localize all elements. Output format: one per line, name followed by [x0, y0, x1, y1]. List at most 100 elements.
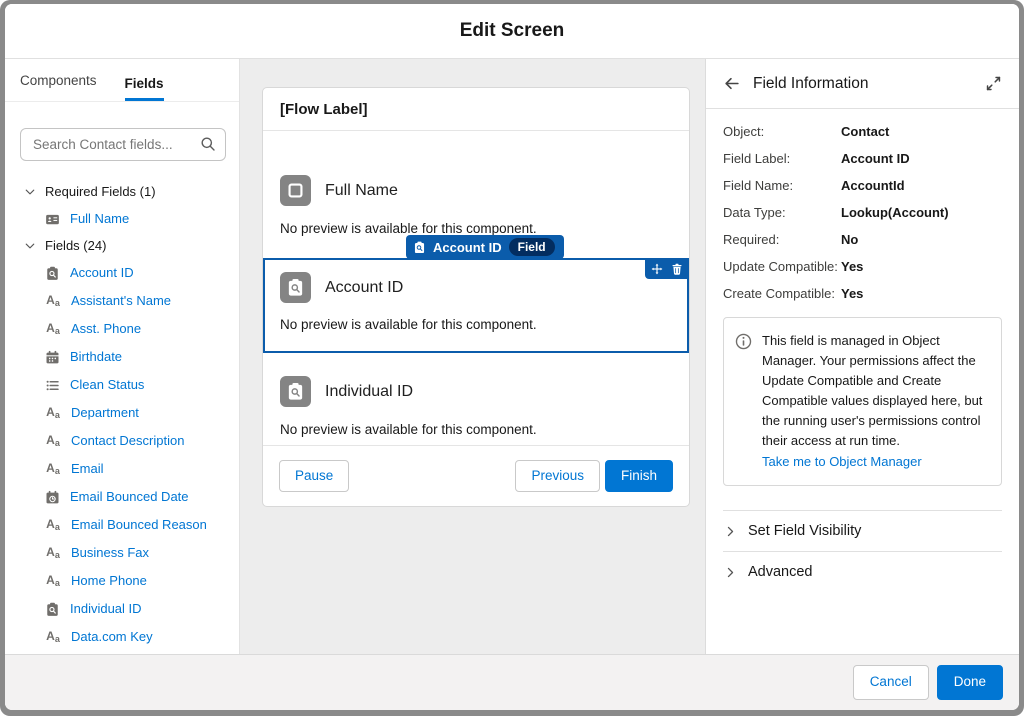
info-value: Contact — [841, 123, 889, 141]
text-type-icon: Aa — [45, 518, 61, 532]
text-type-icon: Aa — [45, 406, 61, 420]
sidebar-item-full-name[interactable]: Full Name — [5, 205, 239, 233]
datetime-icon — [45, 490, 60, 505]
flow-label-header: [Flow Label] — [263, 88, 689, 131]
component-full-name[interactable]: Full Name No preview is available for th… — [263, 175, 689, 236]
tooltip-label: Account ID — [433, 240, 502, 255]
field-link-label: Home Phone — [71, 573, 147, 589]
component-individual-id[interactable]: Individual ID No preview is available fo… — [263, 376, 689, 437]
dialog-footer: Cancel Done — [5, 654, 1019, 710]
sidebar-item-datacom-key[interactable]: Aa Data.com Key — [5, 623, 239, 651]
dialog-title: Edit Screen — [460, 20, 565, 42]
field-link-label: Contact Description — [71, 433, 184, 449]
dialog-titlebar: Edit Screen — [5, 4, 1019, 59]
sidebar-item-asst-phone[interactable]: Aa Asst. Phone — [5, 315, 239, 343]
field-link-label: Email — [71, 461, 104, 477]
field-link-label: Business Fax — [71, 545, 149, 561]
info-row-update-compatible: Update Compatible: Yes — [723, 258, 1002, 276]
sidebar-item-email-bounced-date[interactable]: Email Bounced Date — [5, 483, 239, 511]
edit-screen-dialog: Edit Screen Components Fields — [5, 4, 1019, 710]
text-type-icon: Aa — [45, 434, 61, 448]
sidebar-item-assistants-name[interactable]: Aa Assistant's Name — [5, 287, 239, 315]
selection-toolbar — [645, 258, 689, 279]
back-arrow-icon[interactable] — [723, 75, 740, 92]
section-label: Fields (24) — [45, 238, 106, 254]
chevron-down-icon — [24, 240, 36, 252]
component-label: Individual ID — [325, 383, 413, 401]
sidebar-item-home-phone[interactable]: Aa Home Phone — [5, 567, 239, 595]
search-icon — [200, 136, 216, 152]
field-link-label: Full Name — [70, 211, 129, 227]
object-manager-link[interactable]: Take me to Object Manager — [762, 452, 990, 472]
screen-preview-card: [Flow Label] Full Name No preview is ava… — [262, 87, 690, 507]
previous-button[interactable]: Previous — [515, 460, 600, 492]
dialog-frame: Edit Screen Components Fields — [0, 0, 1024, 716]
sidebar-item-birthdate[interactable]: Birthdate — [5, 343, 239, 371]
done-button[interactable]: Done — [937, 665, 1003, 699]
section-advanced[interactable]: Advanced — [723, 552, 1002, 592]
trash-icon[interactable] — [671, 263, 683, 275]
field-link-label: Department — [71, 405, 139, 421]
sidebar-item-department[interactable]: Aa Department — [5, 399, 239, 427]
field-link-label: Individual ID — [70, 601, 142, 617]
field-managed-notice: This field is managed in Object Manager.… — [723, 317, 1002, 486]
section-required-fields[interactable]: Required Fields (1) — [5, 179, 239, 205]
sidebar-item-account-id[interactable]: Account ID — [5, 259, 239, 287]
cancel-button[interactable]: Cancel — [853, 665, 929, 699]
sidebar-item-contact-description[interactable]: Aa Contact Description — [5, 427, 239, 455]
expand-icon[interactable] — [985, 75, 1002, 92]
text-type-icon: Aa — [45, 322, 61, 336]
field-link-label: Data.com Key — [71, 629, 153, 645]
field-link-label: Birthdate — [70, 349, 122, 365]
field-information-panel: Field Information Object: Contact Field … — [705, 59, 1019, 654]
notice-text: This field is managed in Object Manager.… — [762, 333, 982, 448]
info-label: Update Compatible: — [723, 258, 841, 276]
component-account-id-selected[interactable]: Account ID Field Account ID — [263, 258, 689, 353]
component-preview-text: No preview is available for this compone… — [280, 422, 672, 437]
info-label: Required: — [723, 231, 841, 249]
info-value: Yes — [841, 285, 863, 303]
component-preview-text: No preview is available for this compone… — [280, 221, 672, 236]
lookup-icon — [413, 241, 426, 254]
chevron-right-icon — [724, 566, 737, 579]
fields-tree: Required Fields (1) Full Name Fields (24… — [5, 174, 239, 654]
lookup-icon — [280, 272, 311, 303]
move-icon[interactable] — [651, 263, 663, 275]
chevron-right-icon — [724, 525, 737, 538]
field-link-label: Asst. Phone — [71, 321, 141, 337]
info-row-field-name: Field Name: AccountId — [723, 177, 1002, 195]
finish-button[interactable]: Finish — [605, 460, 673, 492]
info-value: Account ID — [841, 150, 910, 168]
info-value: Yes — [841, 258, 863, 276]
info-row-create-compatible: Create Compatible: Yes — [723, 285, 1002, 303]
sidebar-item-individual-id[interactable]: Individual ID — [5, 595, 239, 623]
tooltip-field-badge: Field — [509, 238, 555, 256]
section-label: Set Field Visibility — [748, 523, 861, 539]
panel-header: Field Information — [706, 59, 1019, 109]
info-value: AccountId — [841, 177, 905, 195]
sidebar-item-clean-status[interactable]: Clean Status — [5, 371, 239, 399]
component-tooltip: Account ID Field — [406, 235, 564, 259]
field-link-label: Clean Status — [70, 377, 144, 393]
tab-components[interactable]: Components — [20, 73, 97, 101]
text-type-icon: Aa — [45, 294, 61, 308]
name-field-icon — [280, 175, 311, 206]
tab-fields[interactable]: Fields — [125, 76, 164, 101]
chevron-down-icon — [24, 186, 36, 198]
sidebar-item-email-bounced-reason[interactable]: Aa Email Bounced Reason — [5, 511, 239, 539]
section-label: Advanced — [748, 564, 813, 580]
section-fields[interactable]: Fields (24) — [5, 233, 239, 259]
lookup-icon — [45, 266, 60, 281]
sidebar-item-email[interactable]: Aa Email — [5, 455, 239, 483]
sidebar-item-business-fax[interactable]: Aa Business Fax — [5, 539, 239, 567]
panel-title: Field Information — [753, 75, 868, 93]
pause-button[interactable]: Pause — [279, 460, 349, 492]
search-input[interactable] — [20, 128, 226, 161]
fields-sidebar: Components Fields Required Fields (1) — [5, 59, 240, 654]
section-set-field-visibility[interactable]: Set Field Visibility — [723, 511, 1002, 552]
info-label: Field Label: — [723, 150, 841, 168]
picklist-icon — [45, 378, 60, 393]
component-label: Account ID — [325, 279, 403, 297]
info-label: Create Compatible: — [723, 285, 841, 303]
idcard-icon — [45, 212, 60, 227]
